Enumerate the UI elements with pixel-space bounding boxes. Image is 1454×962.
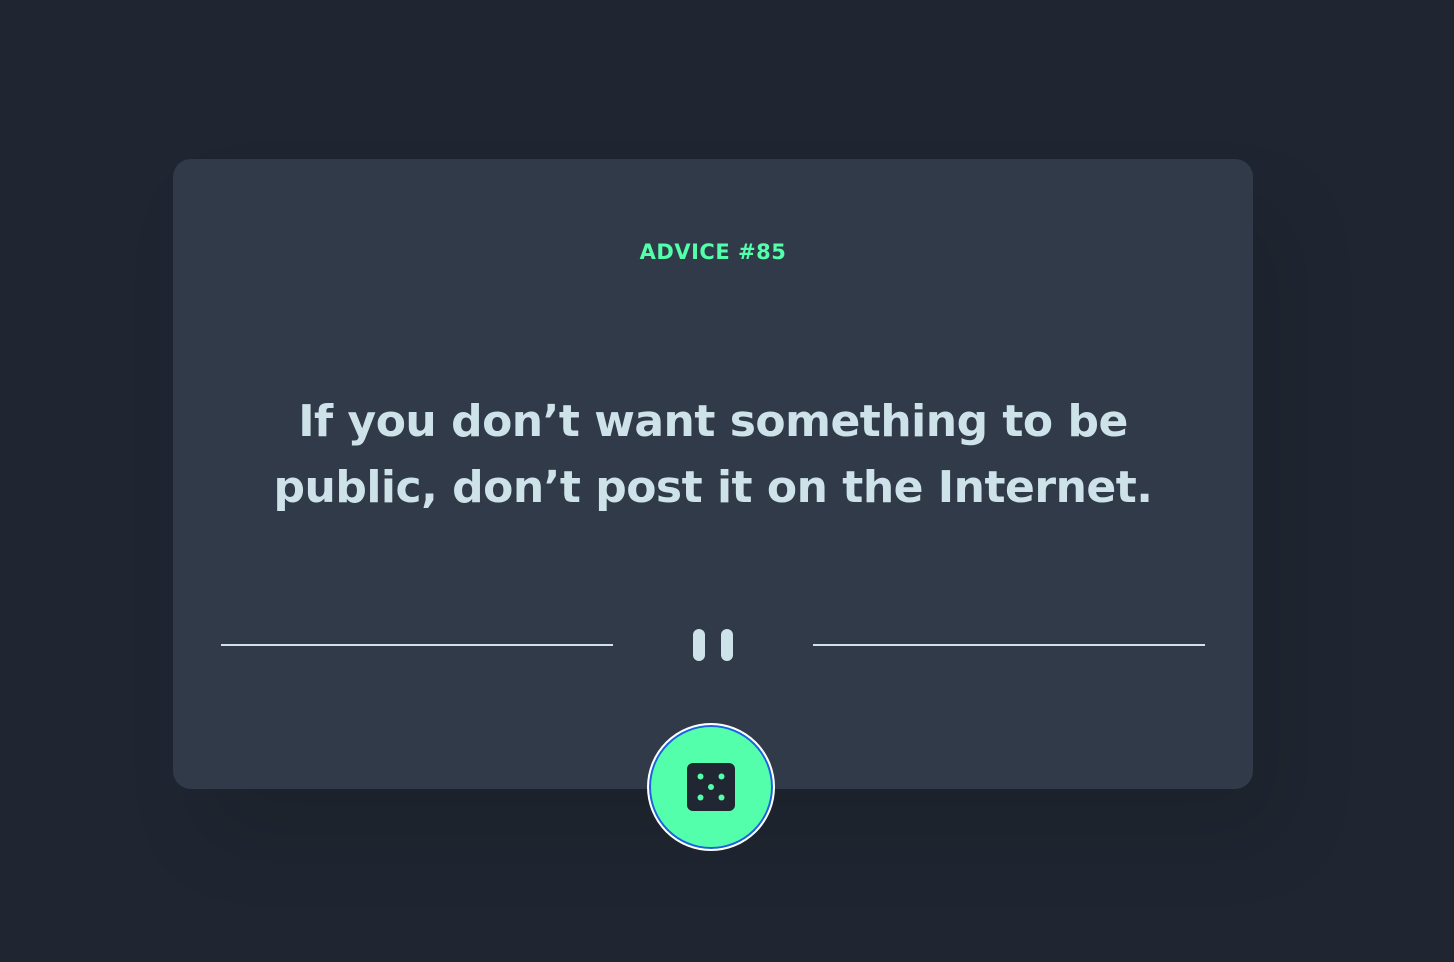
advice-quote: If you don’t want something to be public… xyxy=(273,396,1153,513)
generate-advice-button[interactable] xyxy=(647,723,775,851)
divider-line-left xyxy=(221,644,613,676)
pause-icon xyxy=(693,629,733,661)
divider-line-right xyxy=(813,644,1205,676)
advice-id-label: ADVICE #85 xyxy=(639,240,787,264)
dice-icon xyxy=(687,763,735,811)
advice-card: ADVICE #85 If you don’t want something t… xyxy=(173,159,1253,789)
divider xyxy=(221,629,1205,676)
